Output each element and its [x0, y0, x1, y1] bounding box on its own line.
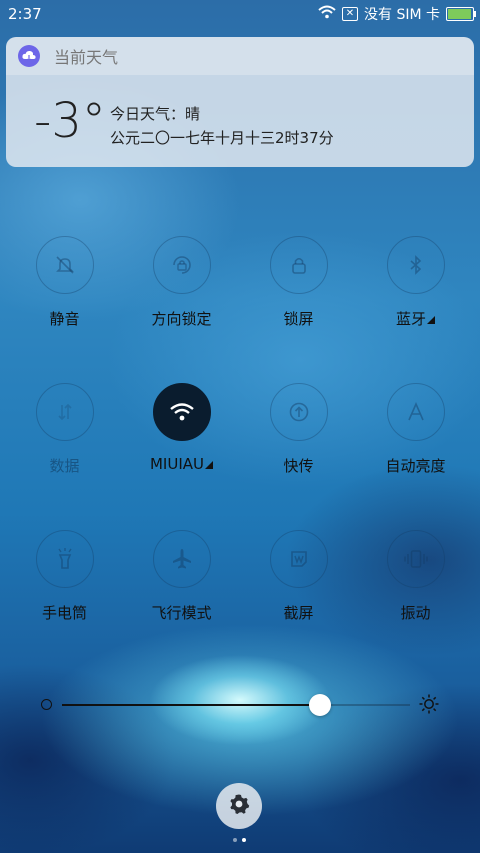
vibrate-icon: [386, 530, 445, 588]
battery-icon: [446, 7, 476, 21]
toggle-flashlight[interactable]: 手电筒: [6, 530, 123, 623]
mobile-data-icon: [35, 383, 94, 441]
brightness-track-fill: [62, 704, 320, 706]
toggle-label: 飞行模式: [151, 604, 212, 622]
toggle-label: 手电筒: [41, 604, 87, 622]
page-dot: [233, 838, 237, 842]
page-indicator: [233, 838, 246, 842]
lock-icon: [269, 236, 328, 294]
brightness-slider[interactable]: [0, 690, 480, 720]
brightness-thumb[interactable]: [308, 694, 331, 716]
toggle-airplane-mode[interactable]: 飞行模式: [123, 530, 240, 623]
toggle-label-wrap: MIUIAU: [123, 455, 240, 473]
weather-header: 当前天气: [6, 37, 474, 75]
brightness-track[interactable]: [62, 694, 410, 716]
weather-body: -3° 今日天气：晴 公元二〇一七年十月十三2时37分: [6, 75, 474, 167]
expand-indicator-icon: [427, 316, 435, 324]
toggle-screenshot[interactable]: 截屏: [240, 530, 357, 623]
rotation-lock-icon: [152, 236, 211, 294]
toggle-label: 振动: [400, 604, 431, 622]
toggle-label: 静音: [49, 310, 80, 328]
battery-fill: [448, 9, 471, 19]
toggle-label: 快传: [283, 457, 314, 475]
toggle-label: 数据: [49, 457, 80, 475]
status-icons: ✕ 没有 SIM 卡: [318, 4, 476, 24]
toggle-bluetooth[interactable]: 蓝牙: [357, 236, 474, 329]
toggle-label-wrap: 蓝牙: [357, 308, 474, 329]
quick-transfer-icon: [269, 383, 328, 441]
toggle-mobile-data[interactable]: 数据: [6, 383, 123, 476]
toggle-vibrate[interactable]: 振动: [357, 530, 474, 623]
status-time: 2:37: [8, 5, 42, 23]
brightness-low-icon: [41, 699, 52, 710]
toggle-mute[interactable]: 静音: [6, 236, 123, 329]
toggle-label: 截屏: [283, 604, 314, 622]
weather-summary: 今日天气：晴: [110, 105, 201, 123]
flashlight-icon: [35, 530, 94, 588]
toggle-label: 自动亮度: [385, 457, 446, 475]
cloud-icon: [18, 45, 40, 67]
gear-icon: [228, 793, 250, 819]
wifi-icon: [318, 5, 336, 23]
toggle-wifi[interactable]: MIUIAU: [123, 383, 240, 473]
brightness-high-icon: [418, 693, 440, 719]
page-dot-current: [242, 838, 246, 842]
expand-indicator-icon: [205, 461, 213, 469]
carrier-text: 没有 SIM 卡: [364, 7, 440, 23]
screenshot-icon: [269, 530, 328, 588]
no-sim-icon: ✕: [342, 7, 358, 21]
auto-brightness-icon: [386, 383, 445, 441]
weather-app-name: 当前天气: [54, 48, 119, 67]
toggle-label: MIUIAU: [149, 455, 204, 473]
weather-date: 公元二〇一七年十月十三2时37分: [110, 129, 334, 147]
toggle-auto-brightness[interactable]: 自动亮度: [357, 383, 474, 476]
wifi-icon: [152, 383, 211, 441]
toggle-label: 锁屏: [283, 310, 314, 328]
toggle-lock-screen[interactable]: 锁屏: [240, 236, 357, 329]
status-bar: 2:37 ✕ 没有 SIM 卡: [0, 0, 480, 28]
weather-notification[interactable]: 当前天气 -3° 今日天气：晴 公元二〇一七年十月十三2时37分: [6, 37, 474, 167]
airplane-icon: [152, 530, 211, 588]
bluetooth-icon: [386, 236, 445, 294]
toggle-rotation-lock[interactable]: 方向锁定: [123, 236, 240, 329]
toggle-label: 方向锁定: [151, 310, 212, 328]
toggle-label: 蓝牙: [395, 310, 426, 328]
settings-button[interactable]: [216, 783, 262, 829]
toggle-quick-transfer[interactable]: 快传: [240, 383, 357, 476]
bell-mute-icon: [35, 236, 94, 294]
temperature: -3°: [34, 93, 106, 149]
